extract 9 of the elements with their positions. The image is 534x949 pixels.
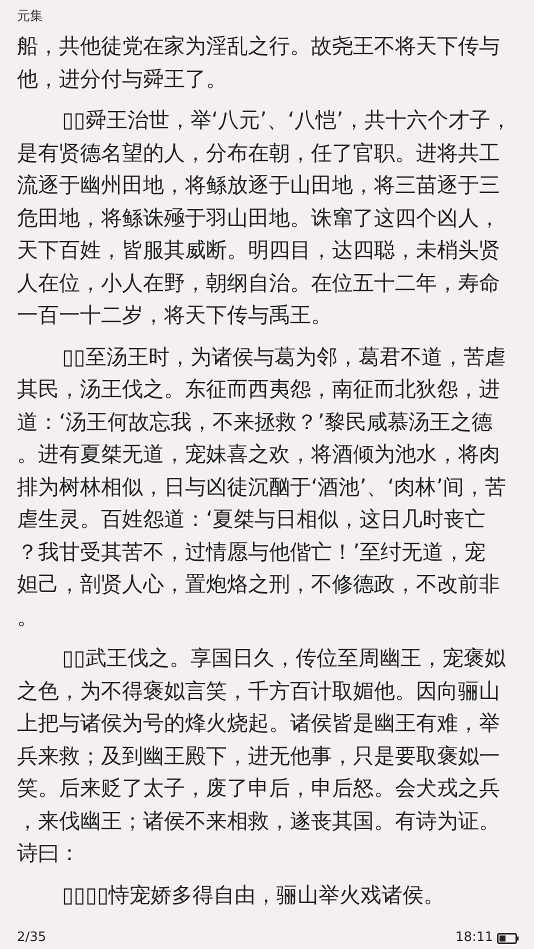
paragraph: 船，共他徒党在家为淫乱之行。故尧王不将天下传与 他，进分付与舜王了。 <box>17 32 501 92</box>
paragraph: ▯▯舜王治世，举‘八元’、‘八恺’，共十六个才子， 是有贤德名望的人，分布在朝，任了官职。进将共工 流逐于幽州田地，将鲧放逐于山田地，将三苗逐于三 危田地，将鲧诛殛于羽山田地。诛窜了这四个凶人， 天下百姓，皆服其威断。明四目，达四聪，未梢头贤 人在位，小人在野，朝纲自治。在位五十二年，寿命 一百一十二岁，将天下传与禹王。 <box>17 106 512 329</box>
book-title: 元集 <box>17 9 43 24</box>
paragraph: ▯▯至汤王时，为诸侯与葛为邻，葛君不道，苦虐 其民，汤王伐之。东征而西夷怨，南征而北狄怨，进 道：‘汤王何故忘我，不来拯救？’黎民咸慕汤王之德 。进有夏桀无道，宠妹喜之欢，将酒倾为池水，将肉 排为树林相似，日与凶徒沉酗于‘酒池’、‘肉林’间，苦 虐生灵。百姓怨道：‘夏桀与日相似，这日几时丧亡 ？我甘受其苦不，过情愿与他偕亡！’至纣无道，宠 妲己，剖贤人心，置炮烙之刑，不修德政，不改前非 。 <box>17 342 507 630</box>
page-number: 2/35 <box>17 930 46 946</box>
paragraph: ▯▯武王伐之。享国日久，传位至周幽王，宠褒姒 之色，为不得褒姒言笑，千方百计取媚他。因向骊山 上把与诸侯为号的烽火烧起。诸侯皆是幽王有难，举 兵来救；及到幽王殿下，进无他事，只是要取褒姒一 笑。后来贬了太子，废了申后，申后怒。会犬戎之兵 ，来伐幽王；诸侯不来相救，遂丧其国。有诗为证。 诗曰： <box>17 644 506 867</box>
paragraph: ▯▯▯▯恃宠娇多得自由，骊山举火戏诸侯。 <box>61 880 446 908</box>
battery-icon <box>497 932 519 944</box>
clock-time: 18:11 <box>456 930 493 946</box>
